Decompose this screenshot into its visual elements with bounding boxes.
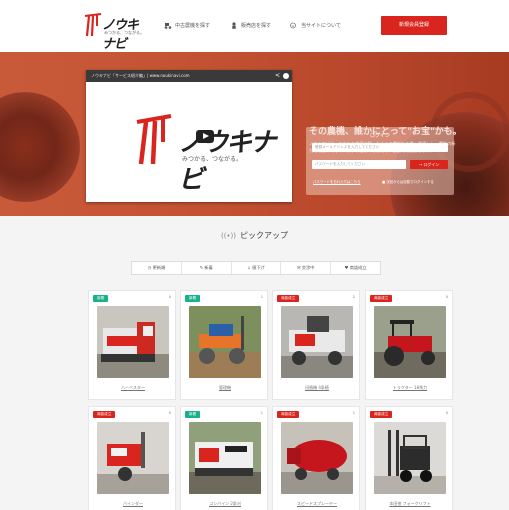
- remember-me-checkbox[interactable]: ■ 次回からは自動でログインする: [382, 179, 434, 184]
- view-count: 1: [260, 411, 263, 415]
- video-title-bar: ノウキナビ「サービス紹介編」| www.noukinavi.com <: [86, 70, 292, 82]
- tab-updated[interactable]: ◷ 更新順: [132, 262, 182, 274]
- product-name-link[interactable]: 管理機: [181, 385, 269, 391]
- tab-label: 更新順: [152, 265, 166, 270]
- product-card[interactable]: 新着 1 コンバイン 2条刈: [180, 406, 268, 510]
- remember-label: 次回からは自動でログインする: [386, 180, 434, 184]
- video-tagline: みつかる、つながる。: [182, 156, 243, 163]
- pickup-title-text: ピックアップ: [240, 231, 289, 240]
- product-card[interactable]: 新着 0 ハーベスター: [88, 290, 176, 400]
- logo-mark-icon: [136, 114, 172, 165]
- status-badge: 商談成立: [277, 411, 300, 418]
- sort-tabs: ◷ 更新順 ✎ 新着 ↓ 値下げ ✉ 交渉中 ♥ 商談成立: [131, 261, 381, 275]
- login-title: ログイン: [369, 133, 390, 139]
- site-logo[interactable]: ノウキナビ みつかる、つながる。: [82, 12, 144, 52]
- product-image: [374, 422, 446, 494]
- product-name-link[interactable]: バインダー: [89, 501, 177, 507]
- product-image: [189, 422, 261, 494]
- status-badge: 新着: [185, 411, 201, 418]
- video-title: ノウキナビ「サービス紹介編」| www.noukinavi.com: [91, 73, 190, 78]
- product-name-link[interactable]: トラクター 18馬力: [366, 385, 454, 391]
- status-badge: 商談成立: [370, 411, 393, 418]
- product-image: [97, 306, 169, 378]
- intro-video-player[interactable]: ノウキナビ「サービス紹介編」| www.noukinavi.com < ノウキナ…: [86, 70, 292, 202]
- login-button[interactable]: ⊸ ログイン: [410, 160, 448, 169]
- view-count: 1: [352, 411, 355, 415]
- tab-label: 値下げ: [252, 265, 265, 270]
- nav-find-dealers[interactable]: 販売店を探す: [230, 22, 271, 29]
- product-image: [189, 306, 261, 378]
- view-count: 0: [445, 295, 448, 299]
- tab-new[interactable]: ✎ 新着: [182, 262, 232, 274]
- product-name-link[interactable]: コンバイン 2条刈: [181, 501, 269, 507]
- login-panel: ログイン 登録メールアドレスを入力してください パスワードを入力してください ⊸…: [306, 127, 454, 195]
- password-input[interactable]: パスワードを入力してください: [312, 160, 406, 169]
- view-count: 1: [260, 295, 263, 299]
- tab-sold[interactable]: ♥ 商談成立: [331, 262, 380, 274]
- product-image: [281, 422, 353, 494]
- product-card[interactable]: 商談成立 0 バインダー: [88, 406, 176, 510]
- broadcast-icon: ((•)): [220, 232, 237, 240]
- view-count: 0: [168, 411, 171, 415]
- tab-price-down[interactable]: ↓ 値下げ: [232, 262, 282, 274]
- register-button[interactable]: 新規会員登録: [381, 16, 447, 35]
- tab-label: 商談成立: [349, 265, 367, 270]
- nav-about[interactable]: 当サイトについて: [290, 22, 341, 29]
- product-card[interactable]: 商談成立 0 トラクター 18馬力: [365, 290, 453, 400]
- tractor-icon: [164, 23, 172, 29]
- person-icon: [232, 22, 236, 29]
- product-image: [374, 306, 446, 378]
- view-count: 2: [352, 295, 355, 299]
- play-icon[interactable]: [196, 130, 214, 143]
- status-badge: 商談成立: [277, 295, 300, 302]
- product-card[interactable]: 商談成立 2 田植機 4条植: [272, 290, 360, 400]
- nav-label: 中古農機を探す: [175, 23, 211, 29]
- hero-bg-wheel: [0, 92, 80, 202]
- info-icon: [290, 22, 296, 29]
- section-title: ((•)) ピックアップ: [0, 230, 509, 241]
- product-name-link[interactable]: ハーベスター: [89, 385, 177, 391]
- product-card[interactable]: 新着 1 管理機: [180, 290, 268, 400]
- nav-label: 当サイトについて: [301, 23, 341, 29]
- nav-find-machines[interactable]: 中古農機を探す: [164, 22, 210, 29]
- logo-tagline: みつかる、つながる。: [104, 30, 144, 35]
- logo-mark-icon: [84, 13, 102, 37]
- status-badge: 新着: [93, 295, 109, 302]
- forgot-password-link[interactable]: パスワードを忘れた方はこちら: [313, 179, 360, 184]
- site-header: ノウキナビ みつかる、つながる。 中古農機を探す 販売店を探す 当サイトについて…: [0, 0, 509, 52]
- product-name-link[interactable]: スピードスプレーヤー: [273, 501, 361, 507]
- view-count: 0: [445, 411, 448, 415]
- status-badge: 新着: [185, 295, 201, 302]
- email-input[interactable]: 登録メールアドレスを入力してください: [312, 143, 448, 152]
- tab-label: 交渉中: [301, 265, 315, 270]
- status-badge: 商談成立: [93, 411, 116, 418]
- tab-negotiating[interactable]: ✉ 交渉中: [281, 262, 332, 274]
- info-icon[interactable]: [283, 73, 289, 79]
- share-icon[interactable]: <: [275, 70, 280, 82]
- status-badge: 商談成立: [370, 295, 393, 302]
- product-image: [97, 422, 169, 494]
- product-card[interactable]: 商談成立 0 本田他 フォークリフト: [365, 406, 453, 510]
- product-name-link[interactable]: 本田他 フォークリフト: [366, 501, 454, 507]
- nav-label: 販売店を探す: [241, 23, 272, 29]
- product-card[interactable]: 商談成立 1 スピードスプレーヤー: [272, 406, 360, 510]
- product-name-link[interactable]: 田植機 4条植: [273, 385, 361, 391]
- tab-label: 新着: [204, 265, 213, 270]
- view-count: 0: [168, 295, 171, 299]
- product-image: [281, 306, 353, 378]
- login-button-label: ログイン: [423, 162, 440, 167]
